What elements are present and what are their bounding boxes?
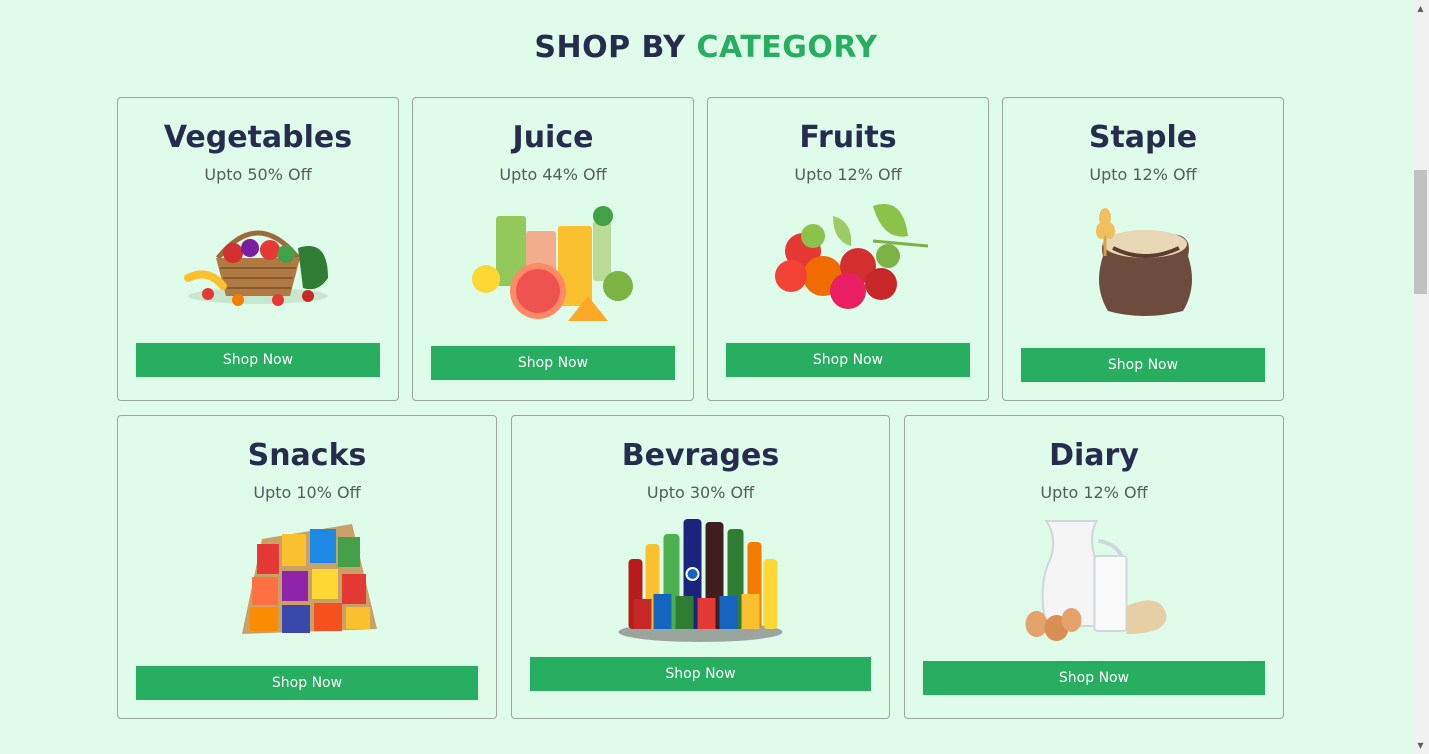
shop-now-button[interactable]: Shop Now xyxy=(923,661,1265,695)
beverage-bottles-icon xyxy=(618,519,782,642)
scroll-down-icon[interactable]: ▼ xyxy=(1412,737,1429,754)
category-title: Staple xyxy=(1088,120,1198,155)
category-discount: Upto 12% Off xyxy=(1089,165,1197,184)
shop-now-button[interactable]: Shop Now xyxy=(431,346,675,380)
shop-now-button[interactable]: Shop Now xyxy=(726,343,970,377)
category-card-bevrages[interactable]: Bevrages Upto 30% Off Shop Now xyxy=(511,415,890,719)
category-discount: Upto 44% Off xyxy=(499,165,607,184)
shop-now-button[interactable]: Shop Now xyxy=(136,666,478,700)
vegetable-basket-icon xyxy=(184,230,328,306)
category-title: Vegetables xyxy=(163,120,353,155)
category-discount: Upto 12% Off xyxy=(1040,483,1148,502)
category-discount: Upto 10% Off xyxy=(253,483,361,502)
snacks-pile-icon xyxy=(242,524,377,634)
category-discount: Upto 30% Off xyxy=(646,483,755,502)
category-card-vegetables[interactable]: Vegetables Upto 50% Off Shop Now xyxy=(117,97,399,401)
category-title: Bevrages xyxy=(621,438,780,473)
category-title: Fruits xyxy=(799,120,897,155)
juice-glasses-icon xyxy=(472,206,633,321)
grain-sack-icon xyxy=(1096,208,1192,316)
category-discount: Upto 12% Off xyxy=(794,165,902,184)
section-title-main: SHOP BY xyxy=(534,30,686,65)
category-card-fruits[interactable]: Fruits Upto 12% Off Shop Now xyxy=(707,97,989,401)
category-card-staple[interactable]: Staple Upto 12% Off Shop Now xyxy=(1002,97,1284,401)
category-title: Juice xyxy=(512,120,594,155)
category-card-diary[interactable]: Diary Upto 12% Off Shop Now xyxy=(904,415,1284,719)
page-scrollbar[interactable]: ▲ ▼ xyxy=(1412,0,1429,754)
section-title-accent: CATEGORY xyxy=(696,30,878,65)
category-card-snacks[interactable]: Snacks Upto 10% Off Shop Now xyxy=(117,415,497,719)
category-title: Snacks xyxy=(247,438,367,473)
shop-now-button[interactable]: Shop Now xyxy=(1021,348,1265,382)
category-title: Diary xyxy=(1049,438,1139,473)
fruits-icon xyxy=(775,204,929,309)
scroll-up-icon[interactable]: ▲ xyxy=(1412,0,1429,17)
shop-now-button[interactable]: Shop Now xyxy=(136,343,380,377)
category-card-juice[interactable]: Juice Upto 44% Off Shop Now xyxy=(412,97,694,401)
section-title: SHOP BY CATEGORY xyxy=(0,30,1412,65)
category-discount: Upto 50% Off xyxy=(204,165,312,184)
milk-eggs-icon xyxy=(1025,520,1167,641)
shop-now-button[interactable]: Shop Now xyxy=(530,657,871,691)
scrollbar-thumb[interactable] xyxy=(1414,170,1427,294)
